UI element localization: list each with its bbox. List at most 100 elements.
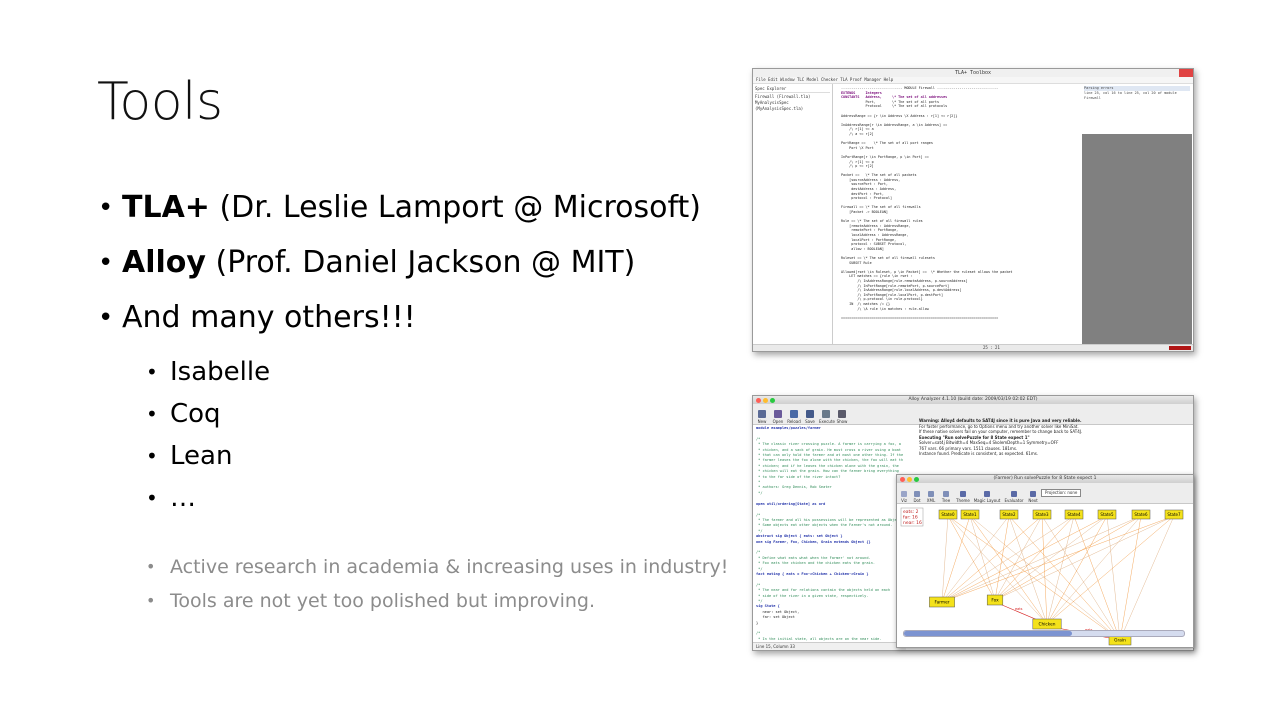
alloy-code-line: * The classic river crossing puzzle. A f… bbox=[756, 442, 901, 447]
magic-layout-icon bbox=[984, 491, 990, 497]
tree-icon bbox=[943, 491, 949, 497]
near-far-edge bbox=[1119, 515, 1142, 641]
show-button: Show bbox=[835, 410, 849, 424]
tla-spec-explorer-title: Spec Explorer bbox=[755, 86, 830, 93]
dot-icon bbox=[914, 491, 920, 497]
near-far-edge bbox=[1041, 515, 1048, 625]
near-far-edge bbox=[941, 515, 949, 603]
tla-spec-explorer: Spec Explorer Firewall (Firewall.tla) My… bbox=[753, 84, 833, 345]
note-research: Active research in academia & increasing… bbox=[146, 556, 728, 578]
zoom-icon bbox=[914, 476, 919, 482]
state-label: State6 bbox=[1134, 512, 1148, 517]
bullet-alloy-text: (Prof. Daniel Jackson @ MIT) bbox=[205, 245, 636, 280]
tla-tree-item: MyAnalysisSpec (MyAnalysisSpec.tla) bbox=[755, 100, 804, 111]
window-controls bbox=[756, 397, 777, 407]
minimize-icon bbox=[907, 476, 912, 482]
near-far-edge bbox=[941, 515, 1075, 603]
bullet-alloy-name: Alloy bbox=[122, 245, 206, 280]
near-far-edge bbox=[1119, 515, 1175, 641]
tla-code-line: ========================================… bbox=[841, 315, 999, 320]
next-label: Next bbox=[1028, 498, 1038, 503]
near-far-edge bbox=[941, 515, 1175, 603]
tla-progress-indicator bbox=[1169, 346, 1191, 350]
bullet-list: TLA+ (Dr. Leslie Lamport @ Microsoft) Al… bbox=[98, 193, 701, 526]
open-button: Open bbox=[771, 410, 785, 424]
bullet-tla: TLA+ (Dr. Leslie Lamport @ Microsoft) bbox=[98, 193, 701, 224]
xml-label: XML bbox=[926, 498, 936, 503]
eats-edge-label: eats bbox=[1015, 607, 1023, 611]
close-icon bbox=[1179, 69, 1193, 77]
tla-status-bar: 25 : 21 bbox=[753, 344, 1193, 351]
near-far-edge bbox=[941, 515, 1010, 603]
horizontal-scrollbar bbox=[903, 630, 1185, 637]
near-far-edge bbox=[994, 515, 1142, 601]
open-label: Open bbox=[772, 419, 784, 424]
close-icon bbox=[756, 397, 761, 403]
execute-label: Execute bbox=[819, 419, 835, 424]
object-node: Chicken bbox=[1032, 618, 1062, 630]
tla-parsing-errors: Parsing errors line 25, col 16 to line 2… bbox=[1082, 84, 1192, 134]
new-label: New bbox=[757, 419, 767, 424]
minimize-icon bbox=[763, 397, 768, 403]
show-icon bbox=[838, 410, 846, 418]
alloy-code-line: * chicken will eat the grain. How can th… bbox=[756, 469, 899, 474]
bullet-others-text: And many others!!! bbox=[122, 300, 416, 335]
next-button: Next bbox=[1027, 491, 1039, 503]
alloy-status-bar: Line 15, Column 33 bbox=[753, 642, 906, 650]
magic-layout-label: Magic Layout bbox=[973, 498, 1001, 503]
sub-bullet-ellipsis: … bbox=[146, 484, 701, 512]
state-label: State4 bbox=[1067, 512, 1081, 517]
relation-legend: eats: 2far: 16near: 16 bbox=[900, 507, 924, 527]
legend-entry: eats: 2 bbox=[903, 509, 919, 515]
evaluator-label: Evaluator bbox=[1004, 498, 1024, 503]
state-node: State4 bbox=[1064, 509, 1084, 520]
xml-button: XML bbox=[925, 491, 937, 503]
viz-button: Viz bbox=[899, 491, 909, 503]
legend-entry: near: 16 bbox=[903, 520, 922, 526]
tree-label: Tree bbox=[941, 498, 951, 503]
state-label: State0 bbox=[941, 512, 955, 517]
new-button: New bbox=[755, 410, 769, 424]
evaluator-icon bbox=[1011, 491, 1017, 497]
state-node: State0 bbox=[938, 509, 958, 520]
instance-graph: eats: 2far: 16near: 16eatseatsState0Stat… bbox=[900, 507, 1184, 646]
near-far-edge bbox=[1046, 515, 1108, 625]
alloy-window-title-text: Alloy Analyzer 4.1.10 (build date: 2009/… bbox=[908, 397, 1038, 402]
save-button: Save bbox=[803, 410, 817, 424]
sub-bullet-isabelle: Isabelle bbox=[146, 358, 701, 386]
near-far-edge bbox=[994, 515, 1175, 601]
open-icon bbox=[774, 410, 782, 418]
state-label: State1 bbox=[963, 512, 977, 517]
state-node: State7 bbox=[1164, 509, 1184, 520]
state-label: State7 bbox=[1167, 512, 1181, 517]
alloy-window-title: Alloy Analyzer 4.1.10 (build date: 2009/… bbox=[753, 396, 1193, 404]
near-far-edge bbox=[947, 515, 996, 601]
state-label: State2 bbox=[1002, 512, 1016, 517]
state-node: State2 bbox=[999, 509, 1019, 520]
execute-button: Execute bbox=[819, 410, 835, 424]
note-list: Active research in academia & increasing… bbox=[146, 556, 728, 624]
alloy-code-line: * Some objects eat other objects when th… bbox=[756, 523, 893, 528]
viz-window-title: (Farmer) Run solvePuzzle for 8 State exp… bbox=[897, 475, 1193, 483]
alloy-code-line: * The near and far relations contain the… bbox=[756, 588, 891, 593]
state-node: State1 bbox=[960, 509, 980, 520]
close-icon bbox=[900, 476, 905, 482]
viz-icon bbox=[901, 491, 907, 497]
note-polish: Tools are not yet too polished but impro… bbox=[146, 590, 728, 612]
near-far-edge bbox=[1046, 515, 1175, 625]
tla-parsing-error-text: line 25, col 16 to line 25, col 20 of mo… bbox=[1084, 91, 1177, 100]
sub-bullet-lean: Lean bbox=[146, 442, 701, 470]
alloy-message-line: Instance found. Predicate is consistent,… bbox=[919, 451, 1039, 456]
tla-cursor-position: 25 : 21 bbox=[983, 345, 1000, 350]
object-label: Fox bbox=[991, 598, 999, 604]
tla-toolbox-screenshot: TLA+ Toolbox File Edit Window TLC Model … bbox=[752, 68, 1194, 352]
near-far-edge bbox=[1046, 515, 1142, 625]
dot-label: Dot bbox=[913, 498, 921, 503]
near-far-edge bbox=[969, 515, 996, 601]
bullet-alloy: Alloy (Prof. Daniel Jackson @ MIT) bbox=[98, 245, 701, 280]
near-far-edge bbox=[1008, 515, 1121, 641]
state-label: State3 bbox=[1035, 512, 1049, 517]
near-far-edge bbox=[941, 515, 1043, 603]
state-node: State5 bbox=[1097, 509, 1117, 520]
tla-menu-bar: File Edit Window TLC Model Checker TLA P… bbox=[753, 77, 1193, 84]
